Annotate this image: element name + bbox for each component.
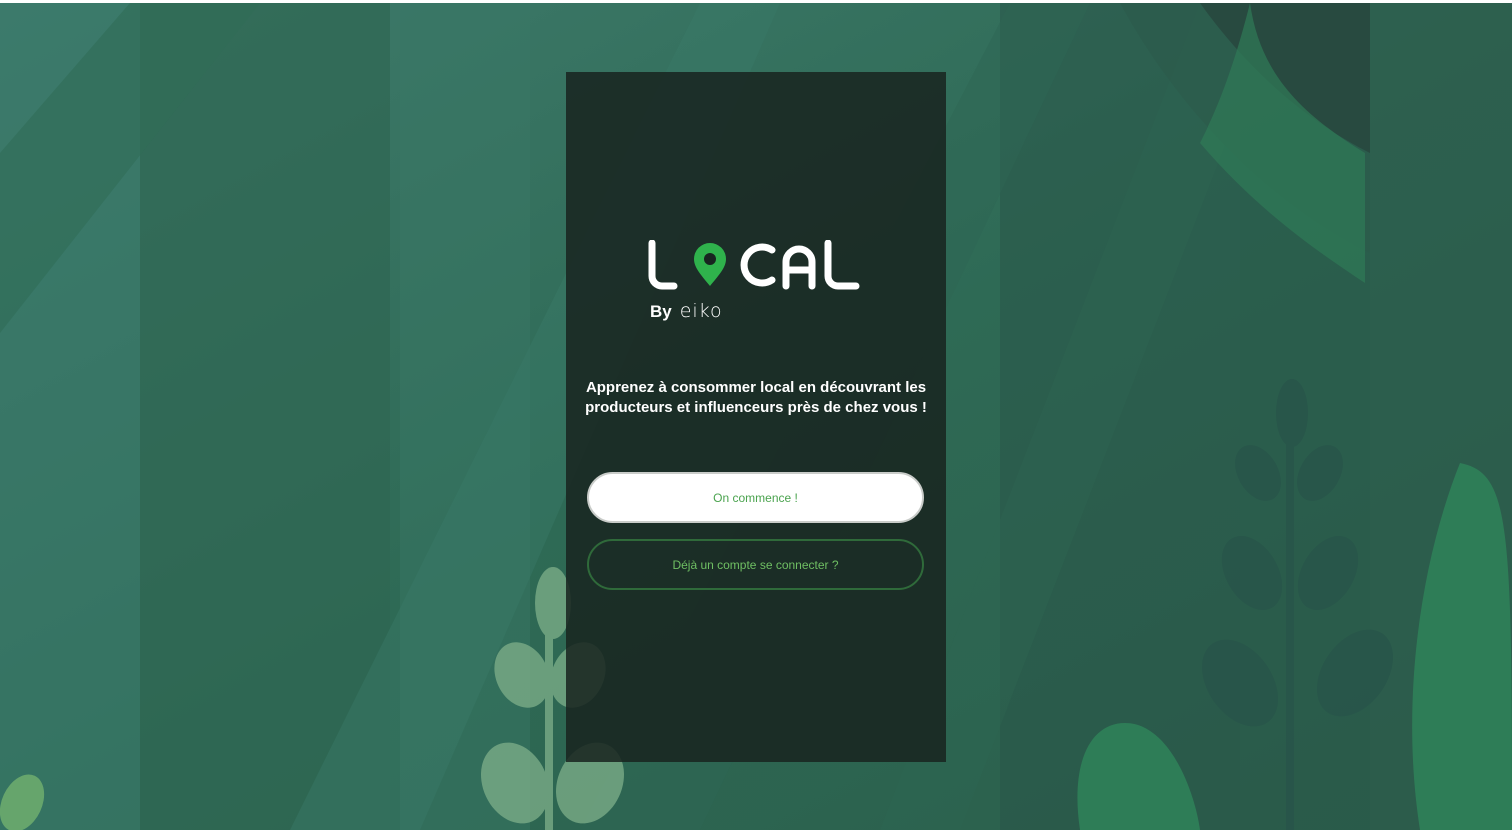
- brand-byline: By eiko: [650, 300, 723, 326]
- local-wordmark-icon: [648, 240, 860, 290]
- login-button[interactable]: Déjà un compte se connecter ?: [587, 539, 924, 590]
- tagline-text: Apprenez à consommer local en découvrant…: [585, 379, 927, 416]
- start-button[interactable]: On commence !: [587, 472, 924, 523]
- eiko-brand-label: eiko: [679, 300, 723, 322]
- by-label: By: [650, 302, 672, 321]
